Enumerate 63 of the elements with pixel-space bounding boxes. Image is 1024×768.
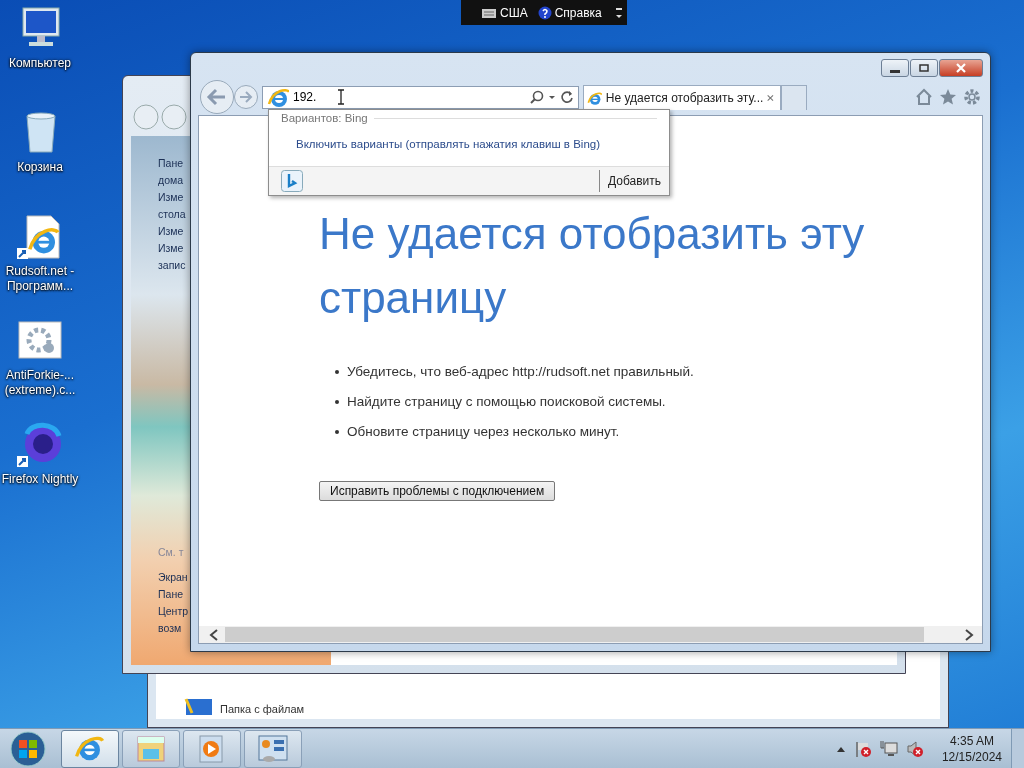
scroll-left-icon <box>209 628 219 641</box>
sidebar-link[interactable]: запис <box>158 258 190 272</box>
add-button[interactable]: Добавить <box>605 174 663 188</box>
text-cursor-icon <box>337 89 345 105</box>
clock-time[interactable]: 4:35 AM <box>949 732 994 749</box>
sidebar-link[interactable]: Пане <box>158 156 190 170</box>
bing-logo-icon[interactable] <box>281 170 303 192</box>
taskbar-button[interactable] <box>61 729 119 768</box>
close-icon <box>955 63 967 73</box>
bullet-icon <box>335 399 339 404</box>
scroll-right-icon <box>964 628 974 641</box>
error-hint-text: Убедитесь, что веб-адрес http://rudsoft.net правильный. <box>347 363 694 381</box>
close-icon[interactable] <box>767 92 774 103</box>
taskbar-button[interactable] <box>122 729 180 768</box>
start-button[interactable] <box>8 729 48 768</box>
horizontal-scrollbar[interactable] <box>199 626 982 643</box>
settings-icon[interactable] <box>963 88 981 106</box>
browser-tab[interactable]: Не удается отобразить эту... <box>583 84 781 110</box>
fix-connection-button[interactable]: Исправить проблемы с подключением <box>319 481 556 501</box>
desktop-icon-label[interactable]: Rudsoft.net - Программ... <box>1 264 79 294</box>
language-label[interactable]: США <box>500 5 528 20</box>
minimize-button[interactable] <box>881 59 909 77</box>
error-hint-text: Найдите страницу с помощью поисковой системы. <box>347 393 666 411</box>
desktop-icon-label[interactable]: Компьютер <box>1 56 79 71</box>
suggestions-header: Вариантов: Bing <box>281 112 368 124</box>
taskbar-button[interactable] <box>244 729 302 768</box>
home-icon[interactable] <box>915 88 933 106</box>
volume-muted-icon[interactable] <box>905 739 924 758</box>
help-label[interactable]: Справка <box>554 5 602 20</box>
sidebar-link[interactable]: Изме <box>158 190 190 204</box>
desktop-icon-label[interactable]: AntiForkie-... (extreme).c... <box>1 368 79 398</box>
enable-suggestions-link[interactable]: Включить варианты (отправлять нажатия клавиш в Bing) <box>269 126 669 166</box>
desktop-icon-label[interactable]: Корзина <box>1 160 79 175</box>
error-heading: Не удается отобразить эту страницу <box>319 208 866 324</box>
window-icon <box>919 64 929 72</box>
back-button[interactable] <box>199 79 235 115</box>
maximize-button[interactable] <box>910 59 938 77</box>
clock-date[interactable]: 12/15/2024 <box>941 748 1002 765</box>
address-field[interactable]: 192. <box>293 90 333 104</box>
sidebar-link[interactable]: дома <box>158 173 190 187</box>
network-icon[interactable] <box>879 739 898 758</box>
file-item-label[interactable]: Папка с файлам <box>220 703 305 715</box>
refresh-icon[interactable] <box>560 90 574 104</box>
desktop-icon-label[interactable]: Firefox Nightly <box>1 472 79 487</box>
close-button[interactable] <box>939 59 983 77</box>
sidebar-link[interactable]: Пане <box>158 587 190 601</box>
star-icon[interactable] <box>939 88 957 106</box>
control-panel-icon <box>257 732 289 765</box>
bullet-icon <box>335 369 339 374</box>
error-hint-text: Обновите страницу через несколько минут. <box>347 423 620 441</box>
help-icon <box>537 5 552 20</box>
sidebar-link[interactable]: Центр <box>158 604 190 618</box>
sidebar-link[interactable]: стола <box>158 207 190 221</box>
sidebar-heading: См. т <box>158 545 185 559</box>
flag-error-icon[interactable] <box>853 739 872 758</box>
sidebar-link[interactable]: Изме <box>158 241 190 255</box>
keyboard-icon <box>481 6 497 19</box>
search-icon[interactable] <box>530 90 544 104</box>
options-arrow-icon[interactable] <box>615 5 623 20</box>
sidebar-link[interactable]: Изме <box>158 224 190 238</box>
sidebar-link[interactable]: Экран <box>158 570 190 584</box>
sidebar-link[interactable]: возм <box>158 621 190 635</box>
bullet-icon <box>335 429 339 434</box>
